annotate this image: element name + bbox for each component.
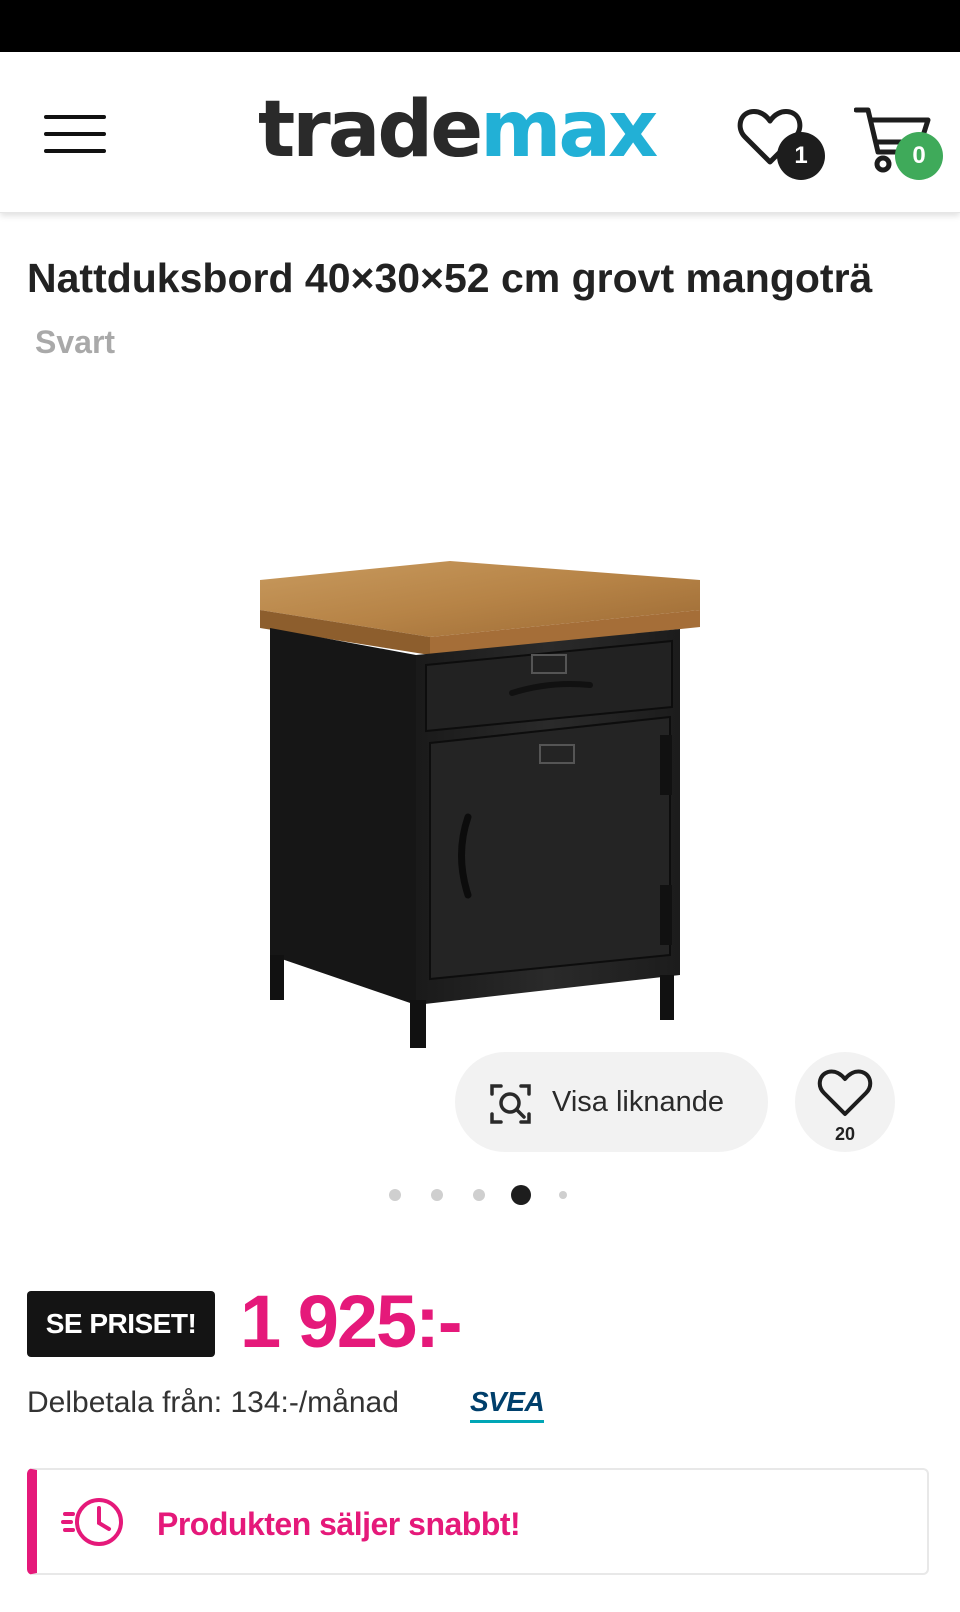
fast-clock-icon — [61, 1498, 123, 1546]
favorite-button[interactable]: 20 — [795, 1052, 895, 1152]
product-variant: Svart — [35, 324, 116, 360]
product-title-block: Nattduksbord 40×30×52 cm grovt mangoträ … — [27, 248, 887, 373]
cart-count-badge: 0 — [895, 132, 943, 180]
logo-text-max: max — [480, 85, 658, 175]
hamburger-menu-button[interactable] — [40, 109, 110, 159]
heart-icon — [817, 1069, 873, 1116]
carousel-dot[interactable] — [473, 1189, 485, 1201]
status-bar — [0, 0, 960, 52]
menu-line-icon — [44, 149, 106, 153]
carousel-dot[interactable] — [431, 1189, 443, 1201]
product-image[interactable] — [240, 555, 710, 1055]
image-carousel-dots — [385, 1183, 585, 1207]
svea-logo[interactable]: SVEA — [470, 1385, 545, 1423]
nightstand-illustration — [260, 561, 700, 1048]
carousel-dot[interactable] — [559, 1191, 567, 1199]
installment-text: Delbetala från: 134:-/månad — [27, 1386, 399, 1419]
product-price: 1 925:- — [240, 1280, 462, 1363]
selling-fast-alert: Produkten säljer snabbt! — [27, 1468, 929, 1575]
wishlist-count-badge: 1 — [777, 132, 825, 180]
carousel-dot[interactable] — [389, 1189, 401, 1201]
menu-line-icon — [44, 132, 106, 136]
product-title: Nattduksbord 40×30×52 cm grovt mangoträ — [27, 255, 873, 301]
trademax-logo[interactable]: trademax — [258, 80, 658, 180]
menu-line-icon — [44, 115, 106, 119]
favorite-count: 20 — [834, 1124, 856, 1144]
visual-search-icon — [490, 1084, 531, 1124]
carousel-dot-active[interactable] — [511, 1185, 531, 1205]
see-price-badge: SE PRISET! — [27, 1291, 215, 1357]
logo-text-trade: trade — [258, 85, 483, 175]
selling-fast-text: Produkten säljer snabbt! — [157, 1506, 521, 1542]
site-header: trademax 1 0 — [0, 52, 960, 213]
show-similar-label: Visa liknande — [552, 1086, 724, 1118]
show-similar-button[interactable]: Visa liknande — [455, 1052, 768, 1152]
